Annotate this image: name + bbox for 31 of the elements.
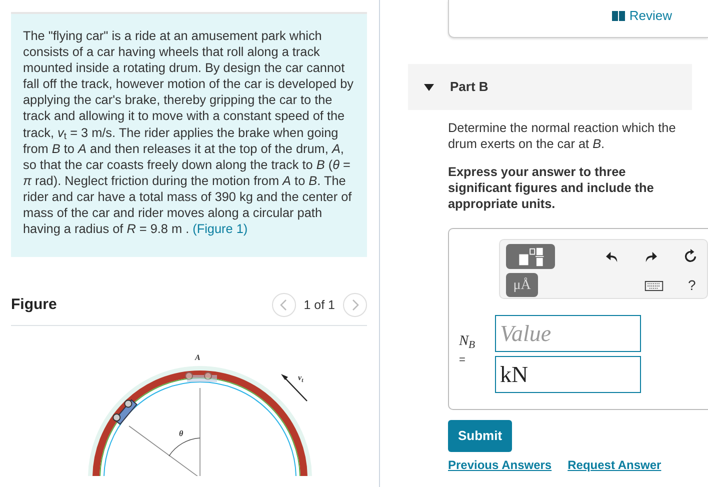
speed-label: v$_{t}$ (298, 374, 304, 382)
chevron-left-icon (280, 299, 288, 312)
redo-icon[interactable] (644, 250, 657, 263)
part-header[interactable]: Part B (408, 64, 692, 110)
problem-text: The "flying car" is a ride at an amusement park which consists of a car having wheels that roll along a track mounted inside a rotating drum. By design the car cannot fall off the track, however motion of the car is developed by applying the car's brake, thereby gripping the car to the track and allowing it to move with a constant speed of the track, v$_{t}$ = 3 m/s. The rider applies the brake when going from B to A and then releases it at the top of the drum, A, so that the car coasts freely down along the track to B (θ = π rad). Neglect friction during the motion from A to B. The rider and car have a total mass of 390 kg and the center of mass of the car and rider moves along a circular path having a radius of R = 9.8 m . (Figure 1) (11, 12, 367, 258)
angle-label: θ (179, 430, 184, 438)
variable-label: N$_{B}$ (459, 332, 476, 352)
undo-icon[interactable] (606, 250, 619, 263)
value-field[interactable]: Value (495, 315, 641, 352)
review-link[interactable]: Review (612, 6, 672, 26)
book-icon (612, 10, 626, 21)
point-label: A (195, 354, 200, 362)
velocity-arrow (281, 374, 308, 402)
help-button[interactable]: ? (688, 275, 696, 296)
car-drawing (185, 372, 217, 382)
page-counter: 1 of 1 (304, 296, 335, 314)
reset-icon[interactable] (683, 249, 698, 264)
question-text: Determine the normal reaction which the drum exerts on the car at B. (448, 120, 677, 152)
units-button[interactable]: μÅ (506, 273, 538, 297)
figure-title: Figure (11, 294, 57, 315)
units-field[interactable]: kN (495, 356, 641, 393)
template-button[interactable] (506, 244, 555, 269)
equals-sign: = (459, 353, 466, 368)
keyboard-icon[interactable] (644, 281, 664, 291)
chevron-right-icon (351, 299, 359, 312)
submit-button[interactable]: Submit (448, 420, 512, 452)
instruction-text: Express your answer to three significant figures and include the appropriate units. (448, 164, 655, 212)
answer-link[interactable]: Request Answer (568, 456, 662, 474)
figure-link[interactable]: (Figure 1) (192, 222, 248, 236)
answer-link[interactable]: Previous Answers (448, 456, 552, 474)
car-drawing (112, 399, 138, 426)
